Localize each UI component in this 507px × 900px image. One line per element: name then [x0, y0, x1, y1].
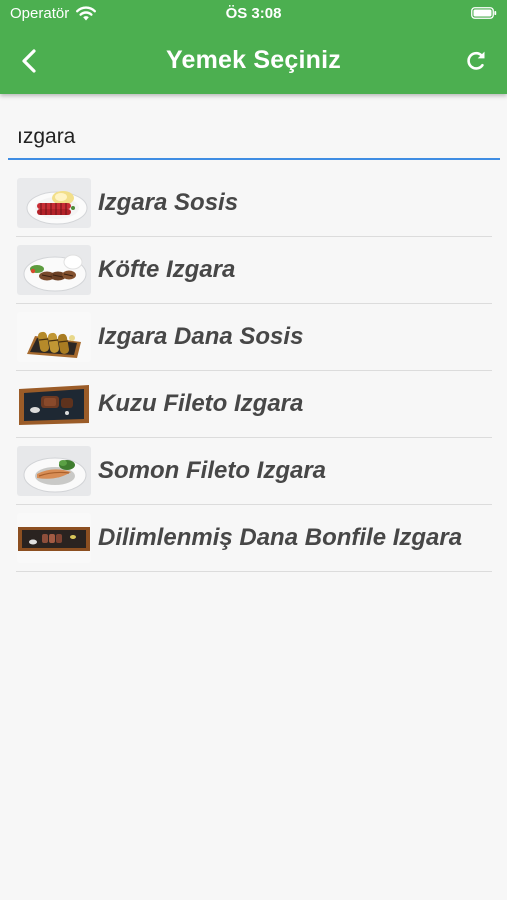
status-bar: Operatör ÖS 3:08	[0, 0, 507, 28]
refresh-icon	[467, 51, 485, 70]
sliced-beef-tenderloin-board-icon	[17, 513, 91, 563]
toolbar: Yemek Seçiniz	[0, 28, 507, 94]
list-item[interactable]: Dilimlenmiş Dana Bonfile Izgara	[16, 505, 492, 572]
food-name: Izgara Dana Sosis	[98, 323, 304, 350]
refresh-button[interactable]	[459, 44, 493, 78]
list-item[interactable]: Köfte Izgara	[16, 237, 492, 304]
status-time: ÖS 3:08	[225, 5, 282, 22]
list-item[interactable]: Izgara Dana Sosis	[16, 304, 492, 371]
search-input[interactable]	[8, 118, 507, 156]
beef-sausage-board-icon	[17, 312, 91, 362]
chevron-left-icon	[22, 49, 36, 73]
search-field	[8, 118, 507, 160]
food-name: Izgara Sosis	[98, 189, 239, 216]
lamb-fillet-board-icon	[17, 379, 91, 429]
salmon-fillet-plate-icon	[17, 446, 91, 496]
page-title: Yemek Seçiniz	[166, 46, 341, 74]
food-list: Izgara Sosis Köfte Izgara Izgara Dana So…	[16, 170, 492, 572]
food-name: Somon Fileto Izgara	[98, 457, 327, 484]
grilled-sausage-plate-icon	[17, 178, 91, 228]
food-name: Kuzu Fileto Izgara	[98, 390, 304, 417]
back-button[interactable]	[12, 44, 46, 78]
food-name: Köfte Izgara	[98, 256, 236, 283]
list-item[interactable]: Kuzu Fileto Izgara	[16, 371, 492, 438]
list-item[interactable]: Somon Fileto Izgara	[16, 438, 492, 505]
list-item[interactable]: Izgara Sosis	[16, 170, 492, 237]
battery-icon	[471, 7, 497, 19]
app-bar: Operatör ÖS 3:08 Yemek Seçiniz	[0, 0, 507, 94]
meatball-plate-icon	[17, 245, 91, 295]
food-name: Dilimlenmiş Dana Bonfile Izgara	[98, 524, 463, 551]
